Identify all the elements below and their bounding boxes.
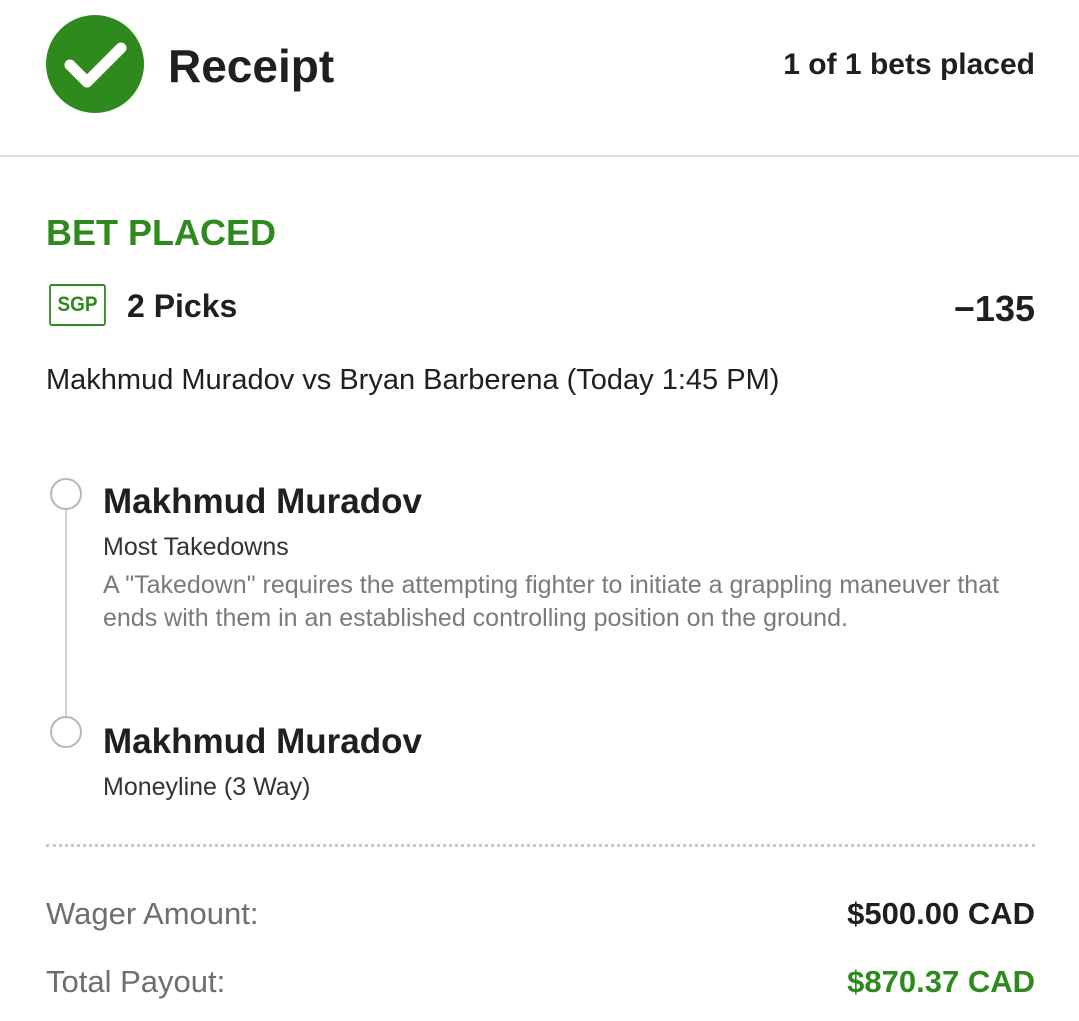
section-divider: [46, 844, 1035, 847]
page-title: Receipt: [168, 40, 335, 92]
pick-2-name: Makhmud Muradov: [103, 722, 422, 761]
wager-amount-value: $500.00 CAD: [847, 896, 1035, 931]
pick-1-market: Most Takedowns: [103, 533, 289, 561]
total-payout-label: Total Payout:: [46, 964, 226, 999]
pick-1-description: A "Takedown" requires the attempting fig…: [103, 571, 1000, 632]
event-title: Makhmud Muradov vs Bryan Barberena (Toda…: [46, 364, 780, 396]
receipt-page: Receipt 1 of 1 bets placed BET PLACED SG…: [0, 0, 1079, 1021]
pick-2-market: Moneyline (3 Way): [103, 773, 311, 801]
bet-status: BET PLACED: [46, 212, 277, 253]
check-circle-icon: [46, 15, 144, 113]
wager-amount-label: Wager Amount:: [46, 896, 259, 931]
timeline-circle-icon: [50, 478, 82, 510]
bets-placed-count: 1 of 1 bets placed: [783, 48, 1035, 81]
receipt-header: Receipt 1 of 1 bets placed: [0, 0, 1079, 157]
header-divider: [0, 155, 1079, 157]
total-payout-value: $870.37 CAD: [847, 964, 1035, 999]
pick-1-name: Makhmud Muradov: [103, 482, 422, 521]
sgp-badge: SGP: [49, 284, 106, 326]
timeline-circle-icon: [50, 716, 82, 748]
bet-odds: −135: [953, 288, 1035, 329]
picks-count: 2 Picks: [127, 288, 238, 324]
timeline-line: [65, 508, 67, 718]
